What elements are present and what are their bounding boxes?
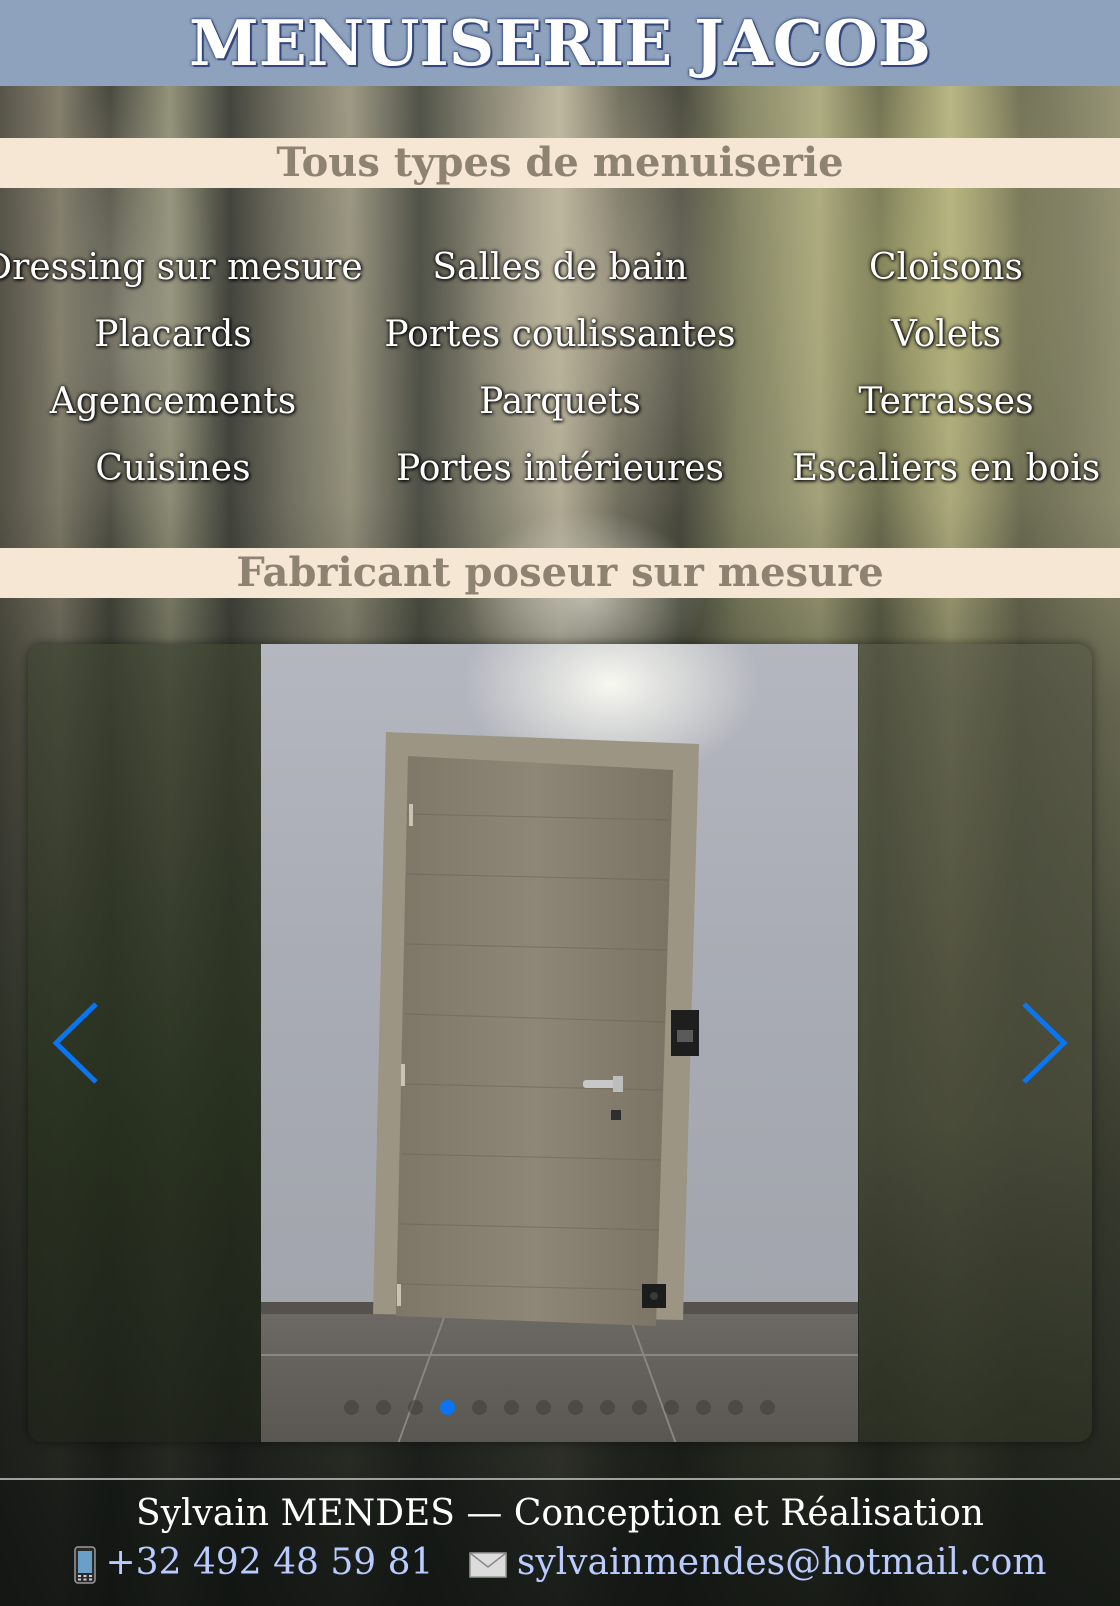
phone-contact: +32 492 48 59 81 (73, 1538, 434, 1588)
chevron-left-icon[interactable] (48, 998, 108, 1088)
slider-dot[interactable] (760, 1400, 775, 1415)
chevron-right-icon[interactable] (1012, 998, 1072, 1088)
section-title-fabricant: Fabricant poseur sur mesure (236, 549, 884, 596)
slider-dot[interactable] (728, 1400, 743, 1415)
service-item: Portes coulissantes (384, 314, 736, 355)
service-item: Agencements (49, 381, 297, 422)
phone-link[interactable]: +32 492 48 59 81 (106, 1542, 434, 1583)
slider-dot[interactable] (664, 1400, 679, 1415)
slider-dot[interactable] (600, 1400, 615, 1415)
email-link[interactable]: sylvainmendes@hotmail.com (517, 1542, 1047, 1583)
slider-dot-active[interactable] (440, 1400, 455, 1415)
service-item: Cloisons (868, 247, 1024, 288)
service-item: Escaliers en bois (791, 448, 1101, 489)
service-item: Terrasses (858, 381, 1034, 422)
slider-dot[interactable] (696, 1400, 711, 1415)
site-title: MENUISERIE JACOB (188, 6, 931, 80)
slider-dot[interactable] (536, 1400, 551, 1415)
slider-dot[interactable] (344, 1400, 359, 1415)
service-item: Cuisines (95, 448, 251, 489)
service-item: Portes intérieures (395, 448, 724, 489)
section-band-fabricant: Fabricant poseur sur mesure (0, 548, 1120, 598)
email-contact: sylvainmendes@hotmail.com (469, 1538, 1047, 1588)
service-item: Volets (890, 314, 1002, 355)
footer-credit: Sylvain MENDES — Conception et Réalisati… (136, 1493, 984, 1534)
slider-dot[interactable] (376, 1400, 391, 1415)
service-item: Parquets (479, 381, 641, 422)
service-item: Placards (94, 314, 252, 355)
service-item: Dressing sur mesure (0, 247, 363, 288)
slider-dot[interactable] (408, 1400, 423, 1415)
slide-image-door[interactable] (261, 644, 858, 1442)
envelope-icon (469, 1552, 507, 1578)
slider-dot[interactable] (472, 1400, 487, 1415)
service-item: Salles de bain (432, 247, 688, 288)
slider-dot[interactable] (632, 1400, 647, 1415)
slider-dot[interactable] (568, 1400, 583, 1415)
site-header: MENUISERIE JACOB (0, 0, 1120, 86)
image-slider[interactable] (28, 644, 1092, 1442)
door-illustration (373, 732, 699, 1326)
mobile-phone-icon (73, 1546, 96, 1584)
section-band-menuiserie: Tous types de menuiserie (0, 138, 1120, 188)
slider-pagination (261, 1398, 858, 1418)
services-list: Dressing sur mesure Placards Agencements… (0, 236, 1120, 504)
section-title-menuiserie: Tous types de menuiserie (276, 139, 844, 186)
contact-row: +32 492 48 59 81 sylvainmendes@hotmail.c… (0, 1538, 1120, 1588)
slider-dot[interactable] (504, 1400, 519, 1415)
site-footer: Sylvain MENDES — Conception et Réalisati… (0, 1480, 1120, 1606)
